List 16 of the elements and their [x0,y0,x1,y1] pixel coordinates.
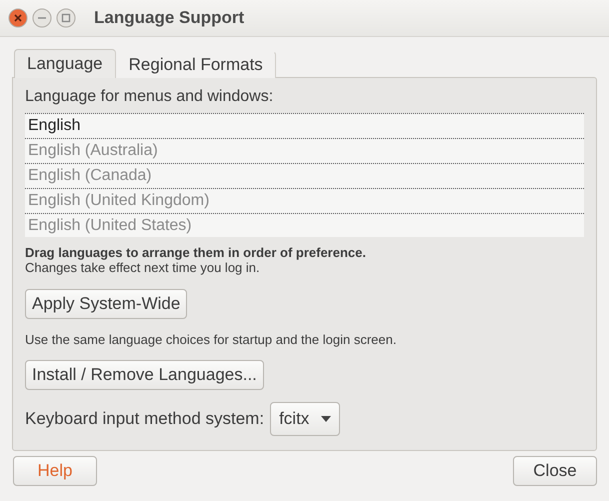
language-item[interactable]: English [25,114,584,139]
close-icon[interactable] [8,8,28,28]
input-method-dropdown[interactable]: fcitx [270,402,340,436]
input-method-label: Keyboard input method system: [25,409,264,429]
caret-icon [321,416,332,422]
note-text: Use the same language choices for startup and the login screen. [25,332,398,347]
install-button[interactable]: Install / Remove Languages... [25,360,264,390]
apply-button[interactable]: Apply System-Wide [25,289,188,319]
list-label: Language for menus and windows: [25,88,274,106]
tab[interactable]: Language [14,49,116,78]
close-button[interactable]: Close [513,456,597,486]
window-title: Language Support [94,8,244,28]
hint-text: Changes take effect next time you log in. [25,260,261,275]
tab[interactable]: Regional Formats [116,51,276,78]
hint-text: Drag languages to arrange them in order of preference. [25,245,367,260]
maximize-icon[interactable] [56,8,76,28]
